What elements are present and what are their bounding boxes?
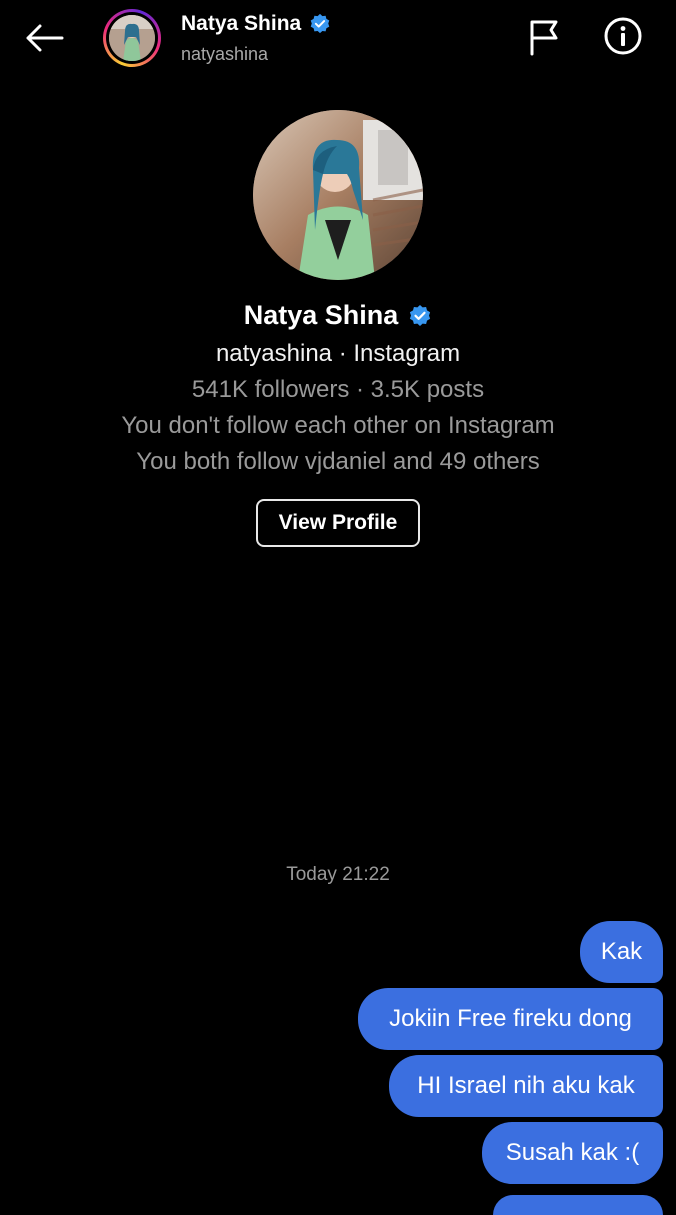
header-handle: natyashina xyxy=(181,44,269,64)
follow-status-line: You don't follow each other on Instagram xyxy=(121,412,555,439)
message-bubble[interactable]: Kak xyxy=(580,921,663,983)
profile-handle-line: natyashina · Instagram xyxy=(215,340,461,367)
profile-stats-line: 541K followers · 3.5K posts xyxy=(191,376,485,403)
report-flag-button[interactable] xyxy=(524,18,564,60)
verified-badge-icon xyxy=(309,13,331,35)
message-bubble[interactable]: HI Israel nih aku kak xyxy=(389,1055,663,1117)
header-name-text: Natya Shina xyxy=(181,12,302,35)
info-button[interactable] xyxy=(602,17,644,59)
profile-name: Natya Shina xyxy=(0,300,676,331)
header-title[interactable]: Natya Shina xyxy=(181,12,331,36)
message-bubble[interactable] xyxy=(493,1195,663,1215)
verified-badge-icon xyxy=(408,304,432,328)
info-icon xyxy=(603,16,643,61)
profile-avatar[interactable] xyxy=(253,110,423,280)
view-profile-button[interactable]: View Profile xyxy=(256,499,420,547)
back-button[interactable] xyxy=(22,20,66,60)
arrow-left-icon xyxy=(24,23,64,58)
flag-icon xyxy=(527,18,561,61)
message-bubble[interactable]: Jokiin Free fireku dong xyxy=(358,988,663,1050)
header-avatar[interactable] xyxy=(103,9,161,67)
profile-name-text: Natya Shina xyxy=(243,300,399,330)
chat-header: Natya Shina natyashina xyxy=(0,0,676,80)
message-bubble[interactable]: Susah kak :( xyxy=(482,1122,663,1184)
message-timestamp: Today 21:22 xyxy=(286,864,390,885)
avatar-photo xyxy=(109,15,155,61)
mutual-followers-line: You both follow vjdaniel and 49 others xyxy=(136,448,540,475)
